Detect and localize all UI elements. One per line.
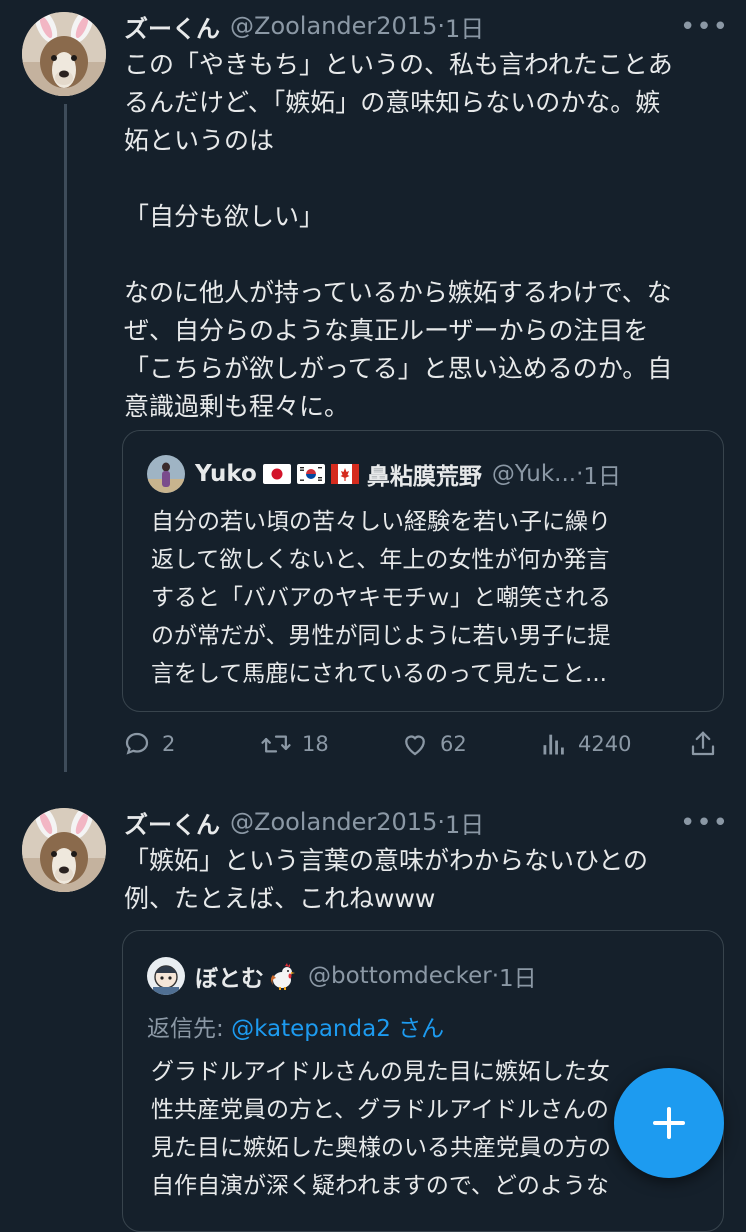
author-handle[interactable]: @Zoolander2015 [230, 12, 437, 40]
quoted-tweet-header: Yuko 鼻粘膜荒野 @Yuk... · 1日 [147, 455, 621, 493]
quoted-author-handle[interactable]: @bottomdecker [308, 963, 492, 989]
tweet-text-line: なのに他人が持っているから嫉妬するわけで、な [124, 278, 672, 307]
like-button[interactable]: 62 [400, 722, 467, 766]
like-count: 62 [440, 732, 467, 756]
quoted-avatar [147, 957, 185, 995]
japan-flag [262, 464, 291, 484]
tweet-text-line: 例、たとえば、これねwww [124, 884, 436, 913]
timestamp[interactable]: 1日 [445, 805, 484, 840]
quoted-tweet[interactable]: Yuko 鼻粘膜荒野 @Yuk... · 1日 自分の若い頃の苦々しい経験を若い… [122, 430, 724, 712]
quoted-text-line: 言をして馬鹿にされているのって見たこと... [151, 661, 607, 687]
compose-button[interactable] [614, 1068, 724, 1178]
replying-to-label: 返信先: [147, 1016, 232, 1042]
separator-dot: · [437, 808, 445, 836]
korea-flag [296, 464, 325, 484]
author-name[interactable]: ズーくん [124, 9, 220, 44]
quoted-tweet-text: グラドルアイドルさんの見た目に嫉妬した女 性共産党員の方と、グラドルアイドルさん… [151, 1053, 611, 1205]
replying-to: 返信先: @katepanda2 さん [147, 1009, 444, 1043]
more-options-icon[interactable]: ••• [680, 808, 729, 838]
tweet-text: 「嫉妬」という言葉の意味がわからないひとの 例、たとえば、これねwww [124, 842, 724, 918]
tweet-text-line: この「やきもち」というの、私も言われたことあ [124, 50, 673, 79]
analytics-icon [543, 734, 564, 755]
tweet-actions: 2 18 62 4240 [122, 722, 722, 766]
author-name[interactable]: ズーくん [124, 805, 220, 840]
quoted-author-name[interactable]: ぼとむ [195, 959, 298, 993]
tweet-text-line: 「自分も欲しい」 [124, 202, 325, 231]
thread-connector-line [64, 104, 67, 772]
separator-dot: · [437, 12, 445, 40]
quoted-author-name-text: Yuko [195, 461, 257, 487]
rooster-emoji [271, 963, 295, 990]
tweet-header: ズーくん @Zoolander2015 · 1日 [124, 8, 484, 44]
separator-dot: · [576, 461, 584, 487]
separator-dot: · [491, 963, 499, 989]
tweet-text-line: ぜ、自分らのような真正ルーザーからの注目を [124, 316, 649, 345]
quoted-text-line: 性共産党員の方と、グラドルアイドルさんの [151, 1097, 609, 1123]
reply-button[interactable]: 2 [122, 722, 175, 766]
quoted-author-name-text: ぼとむ [195, 966, 264, 992]
views-button[interactable]: 4240 [540, 722, 631, 766]
quoted-tweet-text: 自分の若い頃の苦々しい経験を若い子に繰り 返して欲しくないと、年上の女性が何か発… [151, 503, 611, 693]
heart-icon [405, 735, 425, 756]
quoted-text-line: のが常だが、男性が同じように若い男子に提 [151, 623, 611, 649]
quoted-author-name[interactable]: Yuko 鼻粘膜荒野 [195, 457, 482, 491]
tweet-text-line: 「こちらが欲しがってる」と思い込めるのか。自 [124, 354, 673, 383]
tweet-text: この「やきもち」というの、私も言われたことあ るんだけど、「嫉妬」の意味知らない… [124, 46, 724, 426]
quoted-author-name-suffix: 鼻粘膜荒野 [366, 464, 482, 490]
share-button[interactable] [688, 722, 728, 766]
tweet-text-line: 「嫉妬」という言葉の意味がわからないひとの [124, 846, 649, 875]
quoted-text-line: 返して欲しくないと、年上の女性が何か発言 [151, 547, 610, 573]
replying-to-mention[interactable]: @katepanda2 [231, 1016, 391, 1042]
quoted-text-line: すると「ババアのヤキモチｗ」と嘲笑される [151, 585, 611, 611]
retweet-button[interactable]: 18 [260, 722, 329, 766]
quoted-text-line: 自分の若い頃の苦々しい経験を若い子に繰り [151, 509, 611, 535]
retweet-icon [261, 735, 291, 753]
quoted-text-line: グラドルアイドルさんの見た目に嫉妬した女 [151, 1059, 610, 1085]
views-count: 4240 [578, 732, 632, 756]
plus-icon [653, 1107, 685, 1139]
quoted-timestamp[interactable]: 1日 [583, 457, 621, 491]
quoted-timestamp[interactable]: 1日 [499, 959, 537, 993]
reply-icon [125, 732, 149, 755]
tweet-text-line: 妬というのは [124, 126, 275, 155]
canada-flag [330, 464, 359, 484]
quoted-text-line: 見た目に嫉妬した奥様のいる共産党員の方の [151, 1135, 611, 1161]
retweet-count: 18 [302, 732, 329, 756]
replying-to-suffix: さん [390, 1016, 445, 1042]
avatar[interactable] [22, 808, 106, 892]
avatar[interactable] [22, 12, 106, 96]
reply-count: 2 [162, 732, 176, 756]
quoted-avatar [147, 455, 185, 493]
tweet-header: ズーくん @Zoolander2015 · 1日 [124, 804, 484, 840]
tweet-text-line: るんだけど、「嫉妬」の意味知らないのかな。嫉 [124, 88, 661, 117]
quoted-text-line: 自作自演が深く疑われますので、どのような [151, 1173, 609, 1199]
author-handle[interactable]: @Zoolander2015 [230, 808, 437, 836]
quoted-tweet-header: ぼとむ @bottomdecker · 1日 [147, 957, 537, 995]
quoted-author-handle[interactable]: @Yuk... [492, 461, 576, 487]
more-options-icon[interactable]: ••• [680, 12, 729, 42]
tweet-text-line: 意識過剰も程々に。 [124, 392, 350, 421]
share-icon [691, 731, 715, 756]
timestamp[interactable]: 1日 [445, 9, 484, 44]
